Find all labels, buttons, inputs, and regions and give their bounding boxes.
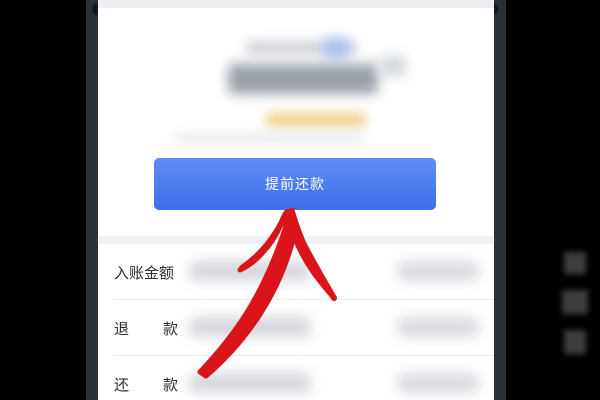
detail-label-credited-amount: 入账金额: [114, 264, 175, 282]
blurred-info-icon: [322, 38, 350, 58]
detail-label-repayment: 还 款: [114, 374, 178, 395]
detail-list: 入账金额 退 款 还 款: [98, 244, 494, 400]
blurred-amount-tail: [380, 56, 406, 76]
blurred-row-detail: [398, 318, 478, 336]
blurred-row-value: [190, 374, 310, 392]
repayment-summary-card: 提前还款: [98, 8, 494, 236]
detail-label-refund-char-2: 款: [162, 320, 178, 338]
app-screen: 提前还款 入账金额 退 款 还 款: [98, 0, 494, 400]
blurred-row-detail: [398, 374, 478, 392]
screenshot-stage: 提前还款 入账金额 退 款 还 款: [0, 0, 600, 400]
detail-label-repayment-char-1: 还: [114, 376, 130, 394]
status-strip: [98, 0, 494, 8]
detail-label-repayment-char-2: 款: [162, 376, 178, 394]
blurred-amount: [228, 64, 378, 94]
detail-label-refund: 退 款: [114, 318, 178, 339]
blurred-row-value: [190, 262, 310, 280]
prepay-button[interactable]: 提前还款: [154, 158, 436, 210]
detail-row-credited-amount[interactable]: 入账金额: [98, 244, 494, 300]
blurred-row-value: [190, 318, 310, 336]
section-separator: [98, 236, 494, 244]
detail-row-refund[interactable]: 退 款: [98, 300, 494, 356]
detail-row-repayment[interactable]: 还 款: [98, 356, 494, 400]
blurred-due-date: [266, 114, 366, 126]
detail-label-refund-char-1: 退: [114, 320, 130, 338]
blurred-note: [174, 134, 364, 142]
blurred-row-detail: [398, 262, 478, 280]
watermark-mark: [562, 252, 588, 354]
